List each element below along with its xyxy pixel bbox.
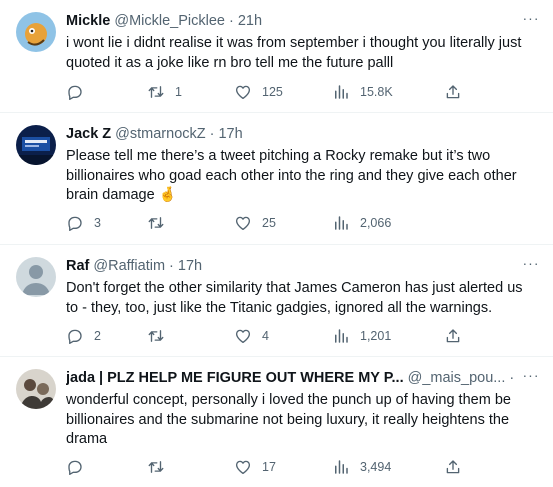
tweet-header: Raf @Raffiatim · 17h: [66, 257, 517, 275]
reply-button[interactable]: [66, 457, 94, 477]
reply-count: 2: [94, 329, 101, 343]
tweet-header: Mickle @Mickle_Picklee · 21h: [66, 12, 517, 30]
timestamp[interactable]: 17h: [178, 258, 202, 274]
more-options-icon[interactable]: ···: [521, 256, 541, 275]
tweet-text: Don't forget the other similarity that J…: [66, 280, 523, 316]
retweet-icon: [148, 86, 164, 98]
heart-icon: [235, 216, 251, 231]
heart-icon: [235, 85, 251, 100]
user-handle[interactable]: @Mickle_Picklee: [114, 13, 225, 29]
analytics-icon: [335, 85, 348, 99]
analytics-icon: [335, 216, 348, 230]
avatar[interactable]: [16, 12, 56, 52]
avatar[interactable]: [16, 369, 56, 409]
share-icon: [446, 85, 460, 99]
tweet-actions: 17 3,494: [56, 457, 476, 477]
view-count: 2,066: [360, 216, 392, 230]
retweet-button[interactable]: [147, 457, 175, 477]
like-count: 125: [262, 85, 283, 99]
user-handle[interactable]: @_mais_pou...: [408, 370, 506, 386]
analytics-icon: [335, 460, 348, 474]
retweet-button[interactable]: [147, 213, 175, 233]
share-button[interactable]: [444, 326, 462, 346]
display-name[interactable]: Mickle: [66, 13, 110, 29]
separator-dot: ·: [509, 370, 515, 386]
tweet-header: jada | PLZ HELP ME FIGURE OUT WHERE MY P…: [66, 369, 517, 387]
display-name[interactable]: jada | PLZ HELP ME FIGURE OUT WHERE MY P…: [66, 370, 404, 386]
view-count: 3,494: [360, 460, 392, 474]
retweet-button[interactable]: 1: [147, 82, 182, 102]
timestamp[interactable]: 17h: [218, 126, 242, 142]
tweet-actions: 2 4 1,201: [56, 326, 476, 346]
display-name[interactable]: Raf: [66, 258, 89, 274]
separator-dot: ·: [169, 258, 174, 274]
heart-icon: [235, 329, 251, 344]
retweet-button[interactable]: [147, 326, 175, 346]
tweet[interactable]: jada | PLZ HELP ME FIGURE OUT WHERE MY P…: [0, 357, 553, 487]
tweet-actions: 1 125 15.8K: [56, 82, 476, 102]
avatar[interactable]: [16, 257, 56, 297]
like-button[interactable]: 125: [234, 82, 283, 102]
like-button[interactable]: 4: [234, 326, 269, 346]
user-handle[interactable]: @Raffiatim: [93, 258, 165, 274]
tweet[interactable]: Jack Z @stmarnockZ · 17h Please tell me …: [0, 113, 553, 245]
like-count: 17: [262, 460, 276, 474]
reply-icon: [68, 329, 82, 345]
share-button[interactable]: [444, 82, 462, 102]
reply-button[interactable]: [66, 82, 94, 102]
user-handle[interactable]: @stmarnockZ: [115, 126, 205, 142]
avatar[interactable]: [16, 125, 56, 165]
reply-count: 3: [94, 216, 101, 230]
views-button[interactable]: 15.8K: [332, 82, 393, 102]
reply-button[interactable]: 2: [66, 326, 101, 346]
tweet-feed: Mickle @Mickle_Picklee · 21h ··· i wont …: [0, 0, 553, 487]
tweet-text: wonderful concept, personally i loved th…: [66, 392, 511, 447]
retweet-icon: [148, 330, 164, 342]
tweet-text: i wont lie i didnt realise it was from s…: [66, 35, 522, 71]
retweet-icon: [148, 217, 164, 229]
separator-dot: ·: [228, 13, 234, 29]
like-button[interactable]: 25: [234, 213, 276, 233]
reply-icon: [68, 85, 82, 101]
more-options-icon[interactable]: ···: [521, 368, 541, 387]
like-count: 25: [262, 216, 276, 230]
reply-icon: [68, 216, 82, 232]
heart-icon: [235, 460, 251, 475]
views-button[interactable]: 2,066: [332, 213, 391, 233]
tweet[interactable]: Mickle @Mickle_Picklee · 21h ··· i wont …: [0, 0, 553, 113]
reply-icon: [68, 460, 82, 476]
like-count: 4: [262, 329, 269, 343]
view-count: 15.8K: [360, 85, 393, 99]
share-button[interactable]: [444, 457, 462, 477]
views-button[interactable]: 3,494: [332, 457, 391, 477]
retweet-count: 1: [175, 85, 182, 99]
tweet-header: Jack Z @stmarnockZ · 17h: [66, 125, 517, 143]
display-name[interactable]: Jack Z: [66, 126, 111, 142]
reply-button[interactable]: 3: [66, 213, 101, 233]
share-icon: [446, 460, 460, 474]
tweet-text: Please tell me there’s a tweet pitching …: [66, 148, 517, 203]
more-options-icon[interactable]: ···: [521, 11, 541, 30]
like-button[interactable]: 17: [234, 457, 276, 477]
analytics-icon: [335, 329, 348, 343]
separator-dot: ·: [209, 126, 215, 142]
view-count: 1,201: [360, 329, 392, 343]
tweet-actions: 3 25 2,066: [56, 213, 476, 233]
tweet[interactable]: Raf @Raffiatim · 17h ··· Don't forget th…: [0, 245, 553, 357]
share-icon: [446, 329, 460, 343]
retweet-icon: [148, 461, 164, 473]
views-button[interactable]: 1,201: [332, 326, 391, 346]
timestamp[interactable]: 21h: [238, 13, 262, 29]
